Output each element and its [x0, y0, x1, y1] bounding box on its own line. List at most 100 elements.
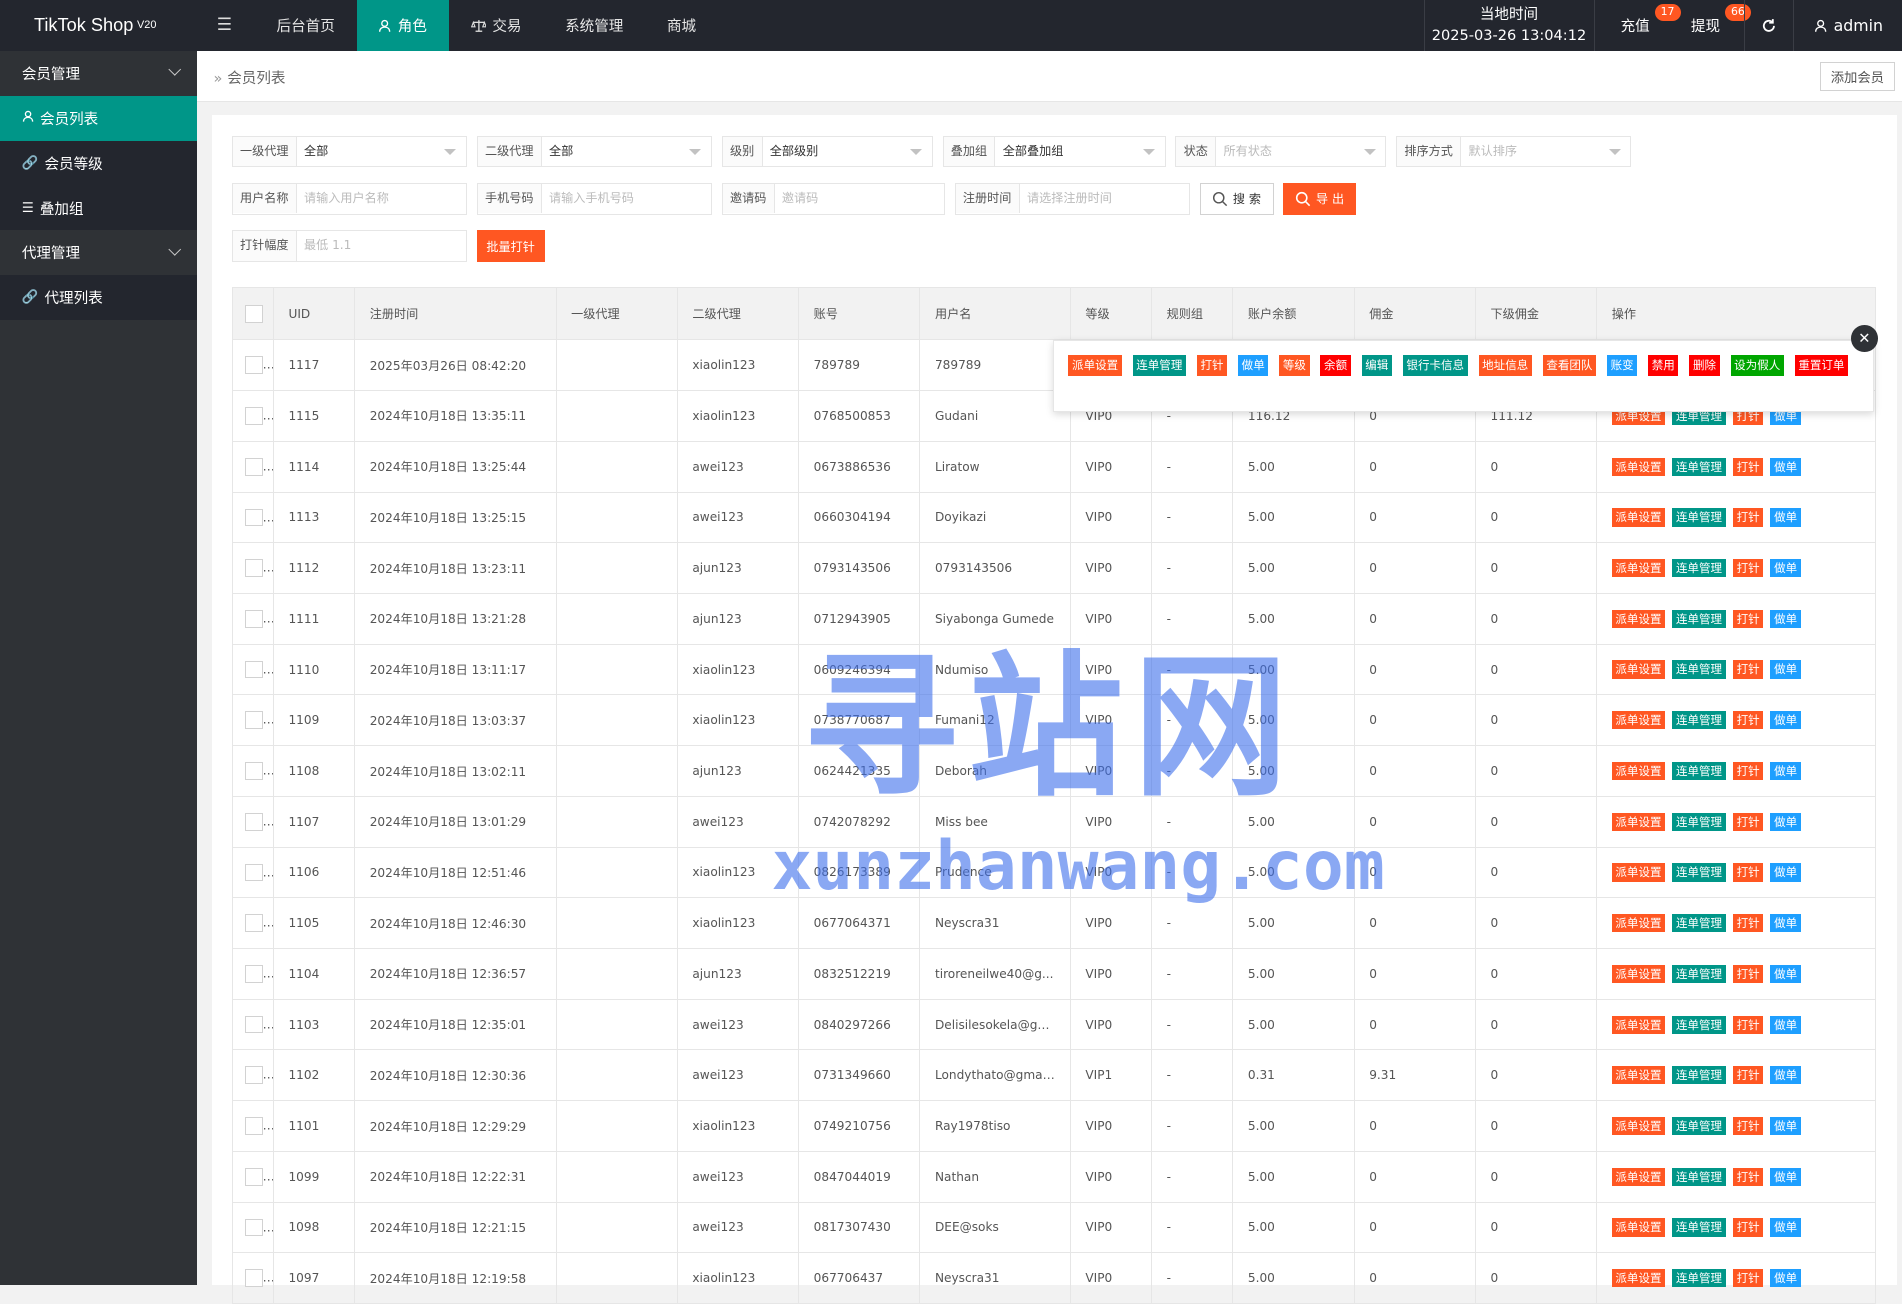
row-action-button[interactable]: 做单: [1770, 559, 1801, 578]
row-action-button[interactable]: 做单: [1770, 964, 1801, 983]
sidebar-item-member-list[interactable]: 会员列表: [0, 95, 197, 141]
row-checkbox[interactable]: [244, 965, 263, 983]
row-action-button[interactable]: 连单管理: [1672, 1218, 1726, 1237]
invite-input[interactable]: 邀请码: [775, 184, 944, 213]
row-action-button[interactable]: 打针: [1732, 1015, 1764, 1034]
row-action-button[interactable]: 连单管理: [1672, 761, 1726, 781]
popup-action-button[interactable]: 派单设置: [1068, 355, 1122, 376]
row-action-button[interactable]: 打针: [1732, 1066, 1764, 1085]
popup-action-button[interactable]: 编辑: [1361, 355, 1392, 376]
phone-input[interactable]: 请输入手机号码: [542, 184, 711, 213]
row-action-button[interactable]: 做单: [1770, 1269, 1801, 1288]
row-checkbox[interactable]: [244, 356, 263, 375]
row-action-button[interactable]: 派单设置: [1611, 1116, 1666, 1136]
row-action-button[interactable]: 打针: [1732, 660, 1764, 679]
popup-action-button[interactable]: 地址信息: [1478, 355, 1532, 376]
sort-value[interactable]: 默认排序: [1461, 137, 1630, 166]
row-checkbox[interactable]: [244, 1117, 263, 1135]
row-action-button[interactable]: 做单: [1770, 660, 1801, 679]
level-select[interactable]: 级别 全部级别: [721, 135, 933, 168]
row-action-button[interactable]: 连单管理: [1672, 1269, 1726, 1288]
col-header[interactable]: 用户名: [919, 287, 1071, 341]
row-checkbox[interactable]: [244, 457, 263, 476]
row-action-button[interactable]: 做单: [1770, 812, 1801, 831]
row-action-button[interactable]: 连单管理: [1672, 964, 1726, 983]
sidebar-group-agent[interactable]: 代理管理: [0, 230, 197, 276]
row-action-button[interactable]: 派单设置: [1611, 1269, 1666, 1288]
menu-icon[interactable]: ☰: [206, 0, 242, 51]
user-menu[interactable]: admin: [1805, 0, 1892, 51]
row-action-button[interactable]: 连单管理: [1672, 508, 1726, 527]
recharge-button[interactable]: 充值 17: [1604, 0, 1681, 51]
nav-role[interactable]: 角色: [356, 0, 449, 51]
status-select[interactable]: 状态 所有状态: [1175, 135, 1387, 168]
row-checkbox[interactable]: [244, 1167, 263, 1186]
row-action-button[interactable]: 派单设置: [1611, 863, 1666, 882]
row-checkbox[interactable]: [244, 609, 263, 628]
needle-input[interactable]: 最低 1.1: [297, 231, 466, 260]
needle-field[interactable]: 打针幅度 最低 1.1: [231, 230, 467, 262]
row-action-button[interactable]: 做单: [1770, 914, 1801, 933]
agent1-value[interactable]: 全部: [297, 137, 466, 166]
sidebar-group-member[interactable]: 会员管理: [0, 50, 197, 96]
nav-mall[interactable]: 商城: [645, 0, 718, 51]
row-action-button[interactable]: 做单: [1770, 508, 1801, 527]
row-checkbox[interactable]: [244, 711, 263, 730]
popup-action-button[interactable]: 余额: [1320, 355, 1351, 376]
row-action-button[interactable]: 派单设置: [1611, 711, 1666, 730]
row-action-button[interactable]: 做单: [1770, 761, 1801, 781]
row-action-button[interactable]: 派单设置: [1611, 914, 1666, 933]
batch-needle-button[interactable]: 批量打针: [476, 230, 545, 262]
row-action-button[interactable]: 做单: [1770, 609, 1801, 628]
row-action-button[interactable]: 做单: [1770, 863, 1801, 882]
popup-action-button[interactable]: 重置订单: [1794, 355, 1849, 376]
row-action-button[interactable]: 连单管理: [1672, 812, 1726, 831]
row-action-button[interactable]: 做单: [1770, 457, 1801, 476]
sort-select[interactable]: 排序方式 默认排序: [1396, 135, 1632, 168]
row-action-button[interactable]: 打针: [1732, 863, 1764, 882]
agent2-value[interactable]: 全部: [542, 137, 711, 166]
nav-system[interactable]: 系统管理: [543, 0, 645, 51]
search-button[interactable]: 搜 索: [1199, 183, 1274, 215]
popup-action-button[interactable]: 设为假人: [1730, 355, 1784, 376]
level-value[interactable]: 全部级别: [763, 137, 932, 166]
row-checkbox[interactable]: [244, 762, 263, 780]
col-header[interactable]: 注册时间: [354, 287, 557, 341]
row-action-button[interactable]: 连单管理: [1672, 1015, 1726, 1034]
row-action-button[interactable]: 派单设置: [1611, 1066, 1666, 1085]
row-action-button[interactable]: 打针: [1732, 457, 1764, 476]
row-action-button[interactable]: 派单设置: [1611, 1218, 1666, 1237]
row-checkbox[interactable]: [244, 863, 263, 882]
agent2-select[interactable]: 二级代理 全部: [476, 135, 713, 168]
row-action-button[interactable]: 打针: [1732, 812, 1764, 831]
invite-field[interactable]: 邀请码 邀请码: [721, 183, 945, 215]
username-input[interactable]: 请输入用户名称: [297, 184, 466, 213]
row-action-button[interactable]: 打针: [1732, 711, 1764, 730]
stack-value[interactable]: 全部叠加组: [995, 137, 1164, 166]
popup-action-button[interactable]: 删除: [1689, 355, 1720, 376]
row-action-button[interactable]: 派单设置: [1611, 761, 1666, 781]
row-checkbox[interactable]: [244, 1269, 263, 1288]
row-action-button[interactable]: 打针: [1732, 609, 1764, 628]
popup-action-button[interactable]: 做单: [1238, 355, 1269, 376]
row-action-button[interactable]: 打针: [1732, 914, 1764, 933]
row-action-button[interactable]: 派单设置: [1611, 1015, 1666, 1034]
row-action-button[interactable]: 做单: [1770, 1218, 1801, 1237]
row-action-button[interactable]: 打针: [1732, 1269, 1764, 1288]
row-action-button[interactable]: 派单设置: [1611, 660, 1666, 679]
row-checkbox[interactable]: [244, 660, 263, 679]
col-header[interactable]: 佣金: [1353, 287, 1476, 341]
row-checkbox[interactable]: [244, 1015, 263, 1034]
phone-field[interactable]: 手机号码 请输入手机号码: [476, 183, 713, 215]
row-checkbox[interactable]: [244, 914, 263, 933]
row-action-button[interactable]: 派单设置: [1611, 457, 1666, 476]
add-member-button[interactable]: 添加会员: [1819, 61, 1895, 91]
row-action-button[interactable]: 连单管理: [1672, 559, 1726, 578]
row-action-button[interactable]: 派单设置: [1611, 559, 1666, 578]
row-action-button[interactable]: 打针: [1732, 1218, 1764, 1237]
row-action-button[interactable]: 做单: [1770, 1015, 1801, 1034]
col-header[interactable]: 下级佣金: [1474, 287, 1598, 341]
row-action-button[interactable]: 做单: [1770, 1066, 1801, 1085]
row-action-button[interactable]: 连单管理: [1672, 1066, 1726, 1085]
popup-action-button[interactable]: 打针: [1196, 355, 1228, 376]
